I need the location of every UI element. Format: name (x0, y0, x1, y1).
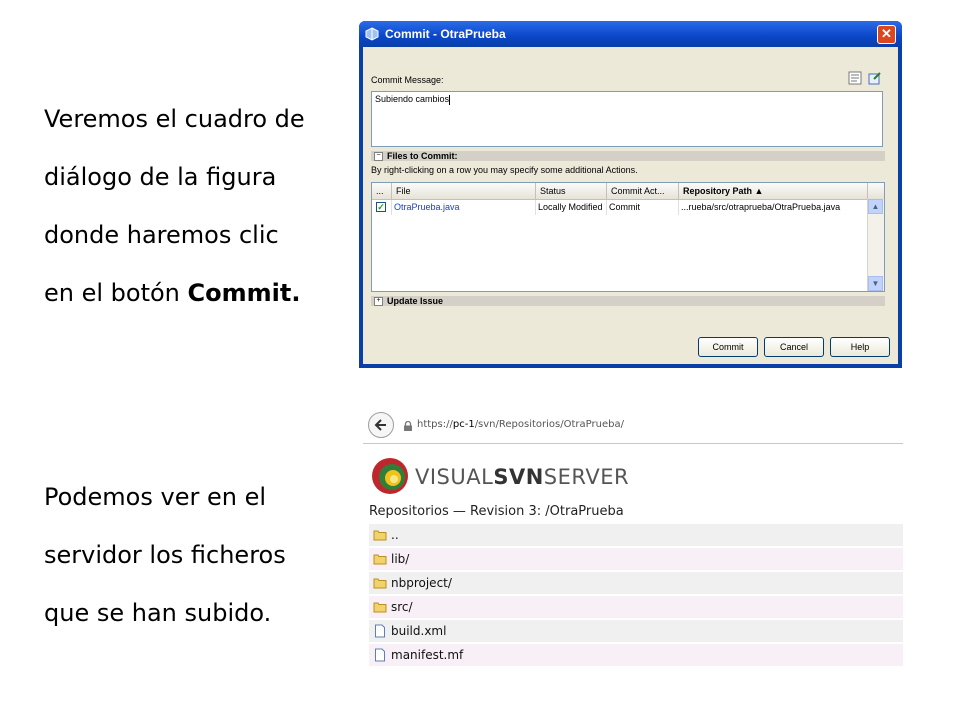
brand-part-bold: SVN (493, 465, 544, 489)
list-item[interactable]: src/ (369, 596, 903, 618)
entry-name: src/ (391, 600, 413, 614)
folder-icon (373, 578, 387, 589)
column-header-file[interactable]: File (392, 183, 536, 199)
entry-name: build.xml (391, 624, 447, 638)
entry-name: nbproject/ (391, 576, 452, 590)
revision-title: Repositorios — Revision 3: /OtraPrueba (369, 504, 624, 519)
list-item[interactable]: manifest.mf (369, 644, 903, 666)
brand-part: SERVER (543, 465, 630, 489)
lock-icon (404, 421, 412, 431)
section-title: Update Issue (387, 296, 444, 306)
dialog-titlebar[interactable]: Commit - OtraPrueba ✕ (359, 21, 902, 47)
text-caret (449, 94, 451, 105)
entry-name: manifest.mf (391, 648, 464, 662)
server-paragraph: Podemos ver en el servidor los ficheros … (44, 468, 344, 642)
collapse-icon[interactable]: − (374, 151, 383, 161)
commit-message-value: Subiendo cambios (375, 94, 450, 104)
url-host: pc-1 (452, 419, 475, 430)
folder-icon (373, 554, 387, 565)
close-icon[interactable]: ✕ (877, 24, 896, 44)
path-cell: ...rueba/src/otraprueba/OtraPrueba.java (679, 200, 868, 215)
scroll-up-icon[interactable]: ▲ (868, 199, 883, 214)
include-checkbox[interactable]: ✓ (376, 202, 386, 212)
entry-name: lib/ (391, 552, 410, 566)
status-cell: Locally Modified (536, 200, 607, 215)
recent-messages-icon[interactable] (868, 71, 882, 85)
browser-toolbar: https://pc-1/svn/Repositorios/OtraPrueba… (363, 409, 903, 444)
text-line: diálogo de la figura (44, 163, 277, 191)
cancel-button[interactable]: Cancel (764, 337, 824, 357)
section-title: Files to Commit: (387, 151, 458, 161)
update-issue-section[interactable]: + Update Issue (371, 296, 885, 306)
text-line: servidor los ficheros (44, 541, 286, 569)
netbeans-icon (365, 27, 379, 41)
dialog-body: Commit Message: Subiendo cambios − Files… (363, 47, 898, 364)
text-line: que se han subido. (44, 599, 272, 627)
brand-part: VISUAL (415, 465, 494, 489)
entry-name: .. (391, 528, 399, 542)
file-icon (375, 624, 385, 638)
brand-name: VISUALSVNSERVER (415, 465, 629, 489)
help-button[interactable]: Help (830, 337, 890, 357)
text-line: donde haremos clic (44, 221, 279, 249)
table-header: ... File Status Commit Act... Repository… (372, 183, 884, 200)
include-cell: ✓ (372, 200, 392, 215)
action-cell[interactable]: Commit (607, 200, 679, 215)
dialog-title: Commit - OtraPrueba (385, 27, 506, 41)
files-table: ... File Status Commit Act... Repository… (371, 182, 885, 292)
file-cell: OtraPrueba.java (392, 200, 536, 215)
commit-message-field[interactable]: Subiendo cambios (371, 91, 883, 147)
text-line: Veremos el cuadro de (44, 105, 305, 133)
files-to-commit-section[interactable]: − Files to Commit: (371, 151, 885, 161)
folder-icon (373, 530, 387, 541)
file-icon (375, 648, 385, 662)
column-header-status[interactable]: Status (536, 183, 607, 199)
list-item[interactable]: .. (369, 524, 903, 546)
hint-text: By right-clicking on a row you may speci… (371, 165, 638, 175)
url-path: /svn/Repositorios/OtraPrueba/ (474, 419, 624, 430)
bold-text: Commit. (187, 279, 301, 307)
list-item[interactable]: lib/ (369, 548, 903, 570)
template-icon[interactable] (848, 71, 862, 85)
vertical-scrollbar[interactable]: ▲ ▼ (867, 199, 884, 291)
column-header-action[interactable]: Commit Act... (607, 183, 679, 199)
table-row[interactable]: ✓ OtraPrueba.java Locally Modified Commi… (372, 200, 884, 215)
visualsvn-logo (372, 458, 408, 494)
back-button[interactable] (368, 412, 394, 438)
list-item[interactable]: build.xml (369, 620, 903, 642)
repository-listing: .. lib/ nbproject/ src/ build.xml manife… (369, 524, 903, 668)
column-header[interactable]: ... (372, 183, 392, 199)
address-bar[interactable]: https://pc-1/svn/Repositorios/OtraPrueba… (417, 419, 624, 430)
commit-dialog: Commit - OtraPrueba ✕ Commit Message: Su… (359, 21, 902, 368)
intro-paragraph: Veremos el cuadro de diálogo de la figur… (44, 90, 344, 322)
expand-icon[interactable]: + (374, 296, 383, 306)
commit-message-label: Commit Message: (371, 75, 444, 85)
commit-button[interactable]: Commit (698, 337, 758, 357)
message-tools (848, 71, 882, 85)
text-line: en el botón Commit. (44, 264, 344, 322)
back-arrow-icon (374, 419, 386, 431)
folder-icon (373, 602, 387, 613)
scroll-down-icon[interactable]: ▼ (868, 276, 883, 291)
text-line: Podemos ver en el (44, 483, 266, 511)
url-scheme: https:// (417, 419, 453, 430)
text-span: en el botón (44, 279, 188, 307)
column-header-path[interactable]: Repository Path ▲ (679, 183, 868, 199)
list-item[interactable]: nbproject/ (369, 572, 903, 594)
